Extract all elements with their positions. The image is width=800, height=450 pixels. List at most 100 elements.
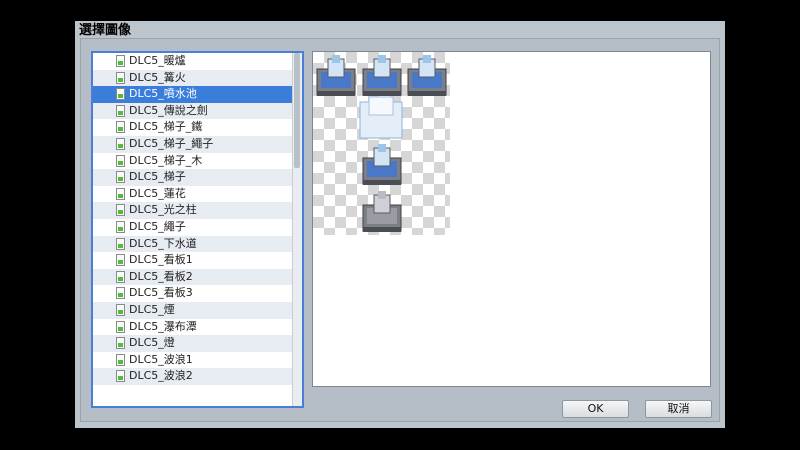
scrollbar-thumb[interactable] bbox=[294, 53, 300, 168]
image-preview[interactable] bbox=[312, 51, 711, 387]
ice-top bbox=[368, 96, 394, 116]
list-item[interactable]: DLC5_傳說之劍 bbox=[93, 102, 293, 120]
checker-cell bbox=[434, 173, 445, 184]
list-item-label: DLC5_看板3 bbox=[129, 286, 193, 300]
checker-cell bbox=[445, 140, 450, 151]
image-file-icon bbox=[116, 287, 125, 300]
checker-cell bbox=[445, 162, 450, 173]
list-item[interactable]: DLC5_梯子_木 bbox=[93, 153, 293, 170]
list-scrollbar[interactable] bbox=[292, 53, 302, 406]
list-item[interactable]: DLC5_噴水池 bbox=[93, 86, 293, 103]
checker-cell bbox=[412, 206, 423, 217]
list-item[interactable]: DLC5_蓮花 bbox=[93, 186, 293, 203]
checker-cell bbox=[335, 217, 346, 228]
image-file-icon bbox=[116, 353, 125, 366]
checker-cell bbox=[313, 162, 324, 173]
checker-cell bbox=[346, 96, 357, 107]
checker-cell bbox=[412, 195, 423, 206]
list-item[interactable]: DLC5_暖爐 bbox=[93, 53, 293, 70]
list-item-label: DLC5_蓮花 bbox=[129, 186, 186, 200]
checker-cell bbox=[423, 96, 434, 107]
checker-cell bbox=[313, 151, 324, 162]
checker-cell bbox=[412, 96, 423, 107]
image-file-list[interactable]: DLC5_暖爐 DLC5_篝火 DLC5_噴水池 DLC5_傳說之劍 DLC5_梯子_鐵… bbox=[91, 51, 304, 408]
checker-cell bbox=[324, 173, 335, 184]
checker-cell bbox=[313, 228, 324, 235]
checker-cell bbox=[324, 107, 335, 118]
list-item[interactable]: DLC5_下水道 bbox=[93, 235, 293, 253]
image-file-icon bbox=[116, 154, 125, 167]
list-item[interactable]: DLC5_波浪2 bbox=[93, 368, 293, 385]
image-file-icon bbox=[116, 220, 125, 233]
fountain-rim bbox=[317, 91, 355, 96]
checker-cell bbox=[335, 195, 346, 206]
checker-cell bbox=[445, 129, 450, 140]
checker-cell bbox=[401, 228, 412, 235]
checker-cell bbox=[423, 228, 434, 235]
list-item[interactable]: DLC5_瀑布潭 bbox=[93, 319, 293, 336]
checker-cell bbox=[346, 107, 357, 118]
list-item[interactable]: DLC5_梯子_繩子 bbox=[93, 135, 293, 153]
image-file-icon bbox=[116, 237, 125, 250]
list-item[interactable]: DLC5_煙 bbox=[93, 301, 293, 319]
list-item[interactable]: DLC5_梯子_鐵 bbox=[93, 119, 293, 136]
checker-cell bbox=[401, 206, 412, 217]
list-item-label: DLC5_噴水池 bbox=[129, 87, 197, 101]
list-item-label: DLC5_燈 bbox=[129, 336, 175, 350]
checker-cell bbox=[434, 118, 445, 129]
list-item[interactable]: DLC5_光之柱 bbox=[93, 202, 293, 219]
ok-button[interactable]: OK bbox=[562, 400, 629, 418]
list-item[interactable]: DLC5_篝火 bbox=[93, 69, 293, 87]
checker-cell bbox=[401, 195, 412, 206]
list-item[interactable]: DLC5_看板2 bbox=[93, 268, 293, 286]
checker-cell bbox=[335, 162, 346, 173]
checker-cell bbox=[423, 129, 434, 140]
checker-cell bbox=[324, 118, 335, 129]
checker-cell bbox=[412, 184, 423, 195]
checker-cell bbox=[445, 217, 450, 228]
checker-cell bbox=[313, 96, 324, 107]
list-item[interactable]: DLC5_梯子 bbox=[93, 169, 293, 186]
checker-cell bbox=[401, 173, 412, 184]
checker-cell bbox=[346, 195, 357, 206]
checker-cell bbox=[324, 195, 335, 206]
checker-cell bbox=[335, 228, 346, 235]
list-item[interactable]: DLC5_燈 bbox=[93, 335, 293, 352]
image-file-icon bbox=[116, 320, 125, 333]
checker-cell bbox=[313, 195, 324, 206]
checker-cell bbox=[434, 228, 445, 235]
image-file-icon bbox=[116, 337, 125, 350]
checker-cell bbox=[412, 118, 423, 129]
list-item-label: DLC5_看板1 bbox=[129, 253, 193, 267]
list-item-label: DLC5_梯子_木 bbox=[129, 153, 203, 167]
list-item[interactable]: DLC5_波浪1 bbox=[93, 352, 293, 369]
checker-cell bbox=[346, 173, 357, 184]
checker-cell bbox=[434, 107, 445, 118]
checker-cell bbox=[412, 228, 423, 235]
checker-cell bbox=[335, 206, 346, 217]
checker-cell bbox=[368, 184, 379, 195]
checker-cell bbox=[346, 151, 357, 162]
list-item[interactable]: DLC5_繩子 bbox=[93, 219, 293, 236]
checker-cell bbox=[401, 52, 412, 63]
list-item[interactable]: DLC5_看板1 bbox=[93, 252, 293, 269]
image-file-icon bbox=[116, 171, 125, 184]
checker-cell bbox=[401, 107, 412, 118]
checker-cell bbox=[313, 173, 324, 184]
checker-cell bbox=[434, 195, 445, 206]
image-file-icon bbox=[116, 104, 125, 117]
checker-cell bbox=[412, 162, 423, 173]
fountain-top bbox=[378, 144, 386, 152]
image-file-icon bbox=[116, 303, 125, 316]
checker-cell bbox=[445, 184, 450, 195]
checker-cell bbox=[324, 217, 335, 228]
checker-cell bbox=[445, 173, 450, 184]
list-item-label: DLC5_看板2 bbox=[129, 269, 193, 283]
image-file-icon bbox=[116, 204, 125, 217]
cancel-button[interactable]: 取消 bbox=[645, 400, 712, 418]
checker-cell bbox=[412, 151, 423, 162]
image-file-icon bbox=[116, 121, 125, 134]
checker-cell bbox=[313, 118, 324, 129]
checker-cell bbox=[434, 96, 445, 107]
list-item[interactable]: DLC5_看板3 bbox=[93, 285, 293, 302]
